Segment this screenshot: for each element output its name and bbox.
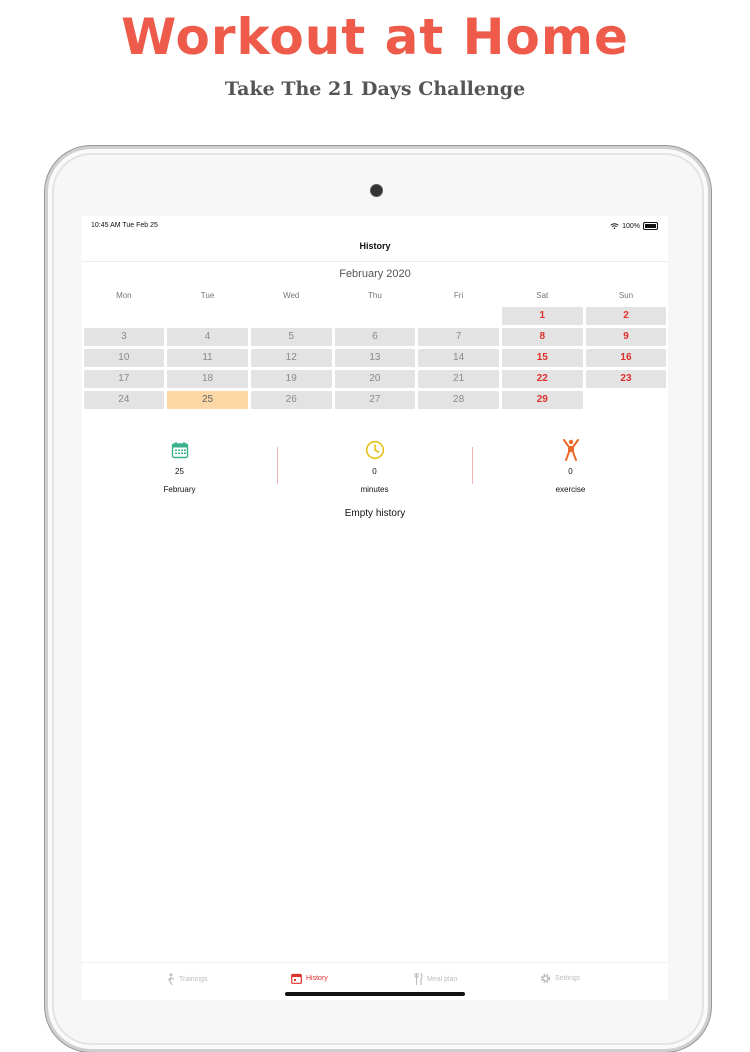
promo-title: Workout at Home (121, 8, 629, 66)
stat-date-label: February (163, 485, 196, 494)
stats-row: 25 February 0 minutes 0 exercise (82, 439, 668, 499)
calendar-day[interactable]: 3 (83, 328, 165, 346)
calendar-day[interactable]: 28 (418, 391, 499, 409)
wifi-icon (610, 223, 619, 229)
calendar-day[interactable]: 8 (501, 328, 583, 346)
weekday-label: Wed (283, 291, 300, 300)
status-time: 10:45 AM Tue Feb 25 (91, 222, 158, 229)
nav-divider (82, 261, 668, 262)
home-indicator (285, 992, 465, 996)
tab-trainings[interactable]: Trainings (167, 973, 208, 985)
camera-icon (370, 184, 383, 197)
fork-knife-icon (414, 973, 423, 985)
calendar-day[interactable]: 26 (250, 391, 332, 409)
stat-minutes: 0 minutes (277, 439, 472, 494)
calendar-day[interactable]: 4 (167, 328, 248, 346)
calendar-day[interactable]: 7 (418, 328, 499, 346)
calendar-day[interactable]: 15 (501, 349, 583, 367)
weekday-label: Fri (453, 291, 464, 300)
calendar-grid: 1 2 3 4 5 6 7 8 9 10 11 12 13 14 15 16 1… (82, 307, 668, 412)
calendar-day[interactable]: 29 (501, 391, 583, 409)
calendar-icon (171, 442, 188, 459)
calendar-day[interactable]: 11 (167, 349, 248, 367)
calendar-day[interactable]: 5 (250, 328, 332, 346)
calendar-day[interactable]: 18 (167, 370, 248, 388)
stat-date-value: 25 (175, 467, 184, 476)
calendar-icon (291, 973, 302, 984)
calendar-day-today[interactable]: 25 (167, 391, 248, 409)
calendar-day[interactable]: 23 (585, 370, 667, 388)
tab-meal-plan[interactable]: Meal plan (414, 973, 457, 985)
calendar-day[interactable]: 16 (585, 349, 667, 367)
calendar-day[interactable]: 12 (250, 349, 332, 367)
weekday-label: Sat (536, 291, 549, 300)
tab-bar: Trainings History Meal plan Settings (82, 962, 668, 993)
weekday-label: Mon (116, 291, 132, 300)
calendar-day[interactable]: 24 (83, 391, 165, 409)
calendar-day[interactable]: 13 (334, 349, 416, 367)
tab-meal-plan-label: Meal plan (427, 975, 458, 983)
clock-icon (365, 440, 384, 460)
battery-icon (643, 222, 658, 230)
weekday-header: Mon Tue Wed Thu Fri Sat Sun (82, 291, 668, 300)
status-indicators: 100% (610, 222, 658, 230)
weekday-label: Tue (200, 291, 215, 300)
calendar-blank (418, 307, 499, 325)
calendar-day[interactable]: 10 (83, 349, 165, 367)
page-title: History (359, 241, 391, 251)
stat-exercise-label: exercise (555, 485, 586, 494)
calendar-day[interactable]: 22 (501, 370, 583, 388)
calendar-day[interactable]: 17 (83, 370, 165, 388)
calendar-day[interactable]: 6 (334, 328, 416, 346)
tab-history[interactable]: History (291, 973, 328, 984)
calendar-blank (251, 307, 332, 325)
stat-exercise: 0 exercise (473, 439, 668, 494)
calendar-blank (84, 307, 165, 325)
stat-minutes-label: minutes (360, 485, 389, 494)
gear-icon (540, 973, 551, 984)
app-screen: 10:45 AM Tue Feb 25 100% History Februar… (82, 216, 668, 1000)
promo-subtitle: Take The 21 Days Challenge (224, 78, 526, 100)
calendar-month: February 2020 (339, 268, 411, 280)
calendar-day[interactable]: 19 (250, 370, 332, 388)
tab-trainings-label: Trainings (179, 975, 208, 983)
status-bar: 10:45 AM Tue Feb 25 100% (82, 216, 668, 236)
calendar-blank (167, 307, 248, 325)
calendar-blank (586, 391, 667, 409)
empty-history-message: Empty history (344, 508, 406, 519)
stat-exercise-value: 0 (568, 467, 573, 476)
weekday-label: Sun (618, 291, 634, 300)
calendar-day[interactable]: 20 (334, 370, 416, 388)
calendar-blank (335, 307, 416, 325)
battery-percent: 100% (622, 222, 640, 230)
exercise-figure-icon (562, 439, 579, 461)
tab-history-label: History (306, 975, 328, 982)
tab-settings[interactable]: Settings (540, 973, 580, 984)
stat-date: 25 February (82, 439, 277, 494)
tab-settings-label: Settings (555, 975, 581, 982)
calendar-day[interactable]: 9 (585, 328, 667, 346)
stat-minutes-value: 0 (372, 467, 377, 476)
calendar-day[interactable]: 27 (334, 391, 416, 409)
calendar-day[interactable]: 1 (501, 307, 583, 325)
running-figure-icon (167, 973, 175, 985)
calendar-day[interactable]: 14 (418, 349, 499, 367)
calendar-day[interactable]: 21 (418, 370, 499, 388)
calendar-day[interactable]: 2 (585, 307, 667, 325)
weekday-label: Thu (368, 291, 382, 300)
